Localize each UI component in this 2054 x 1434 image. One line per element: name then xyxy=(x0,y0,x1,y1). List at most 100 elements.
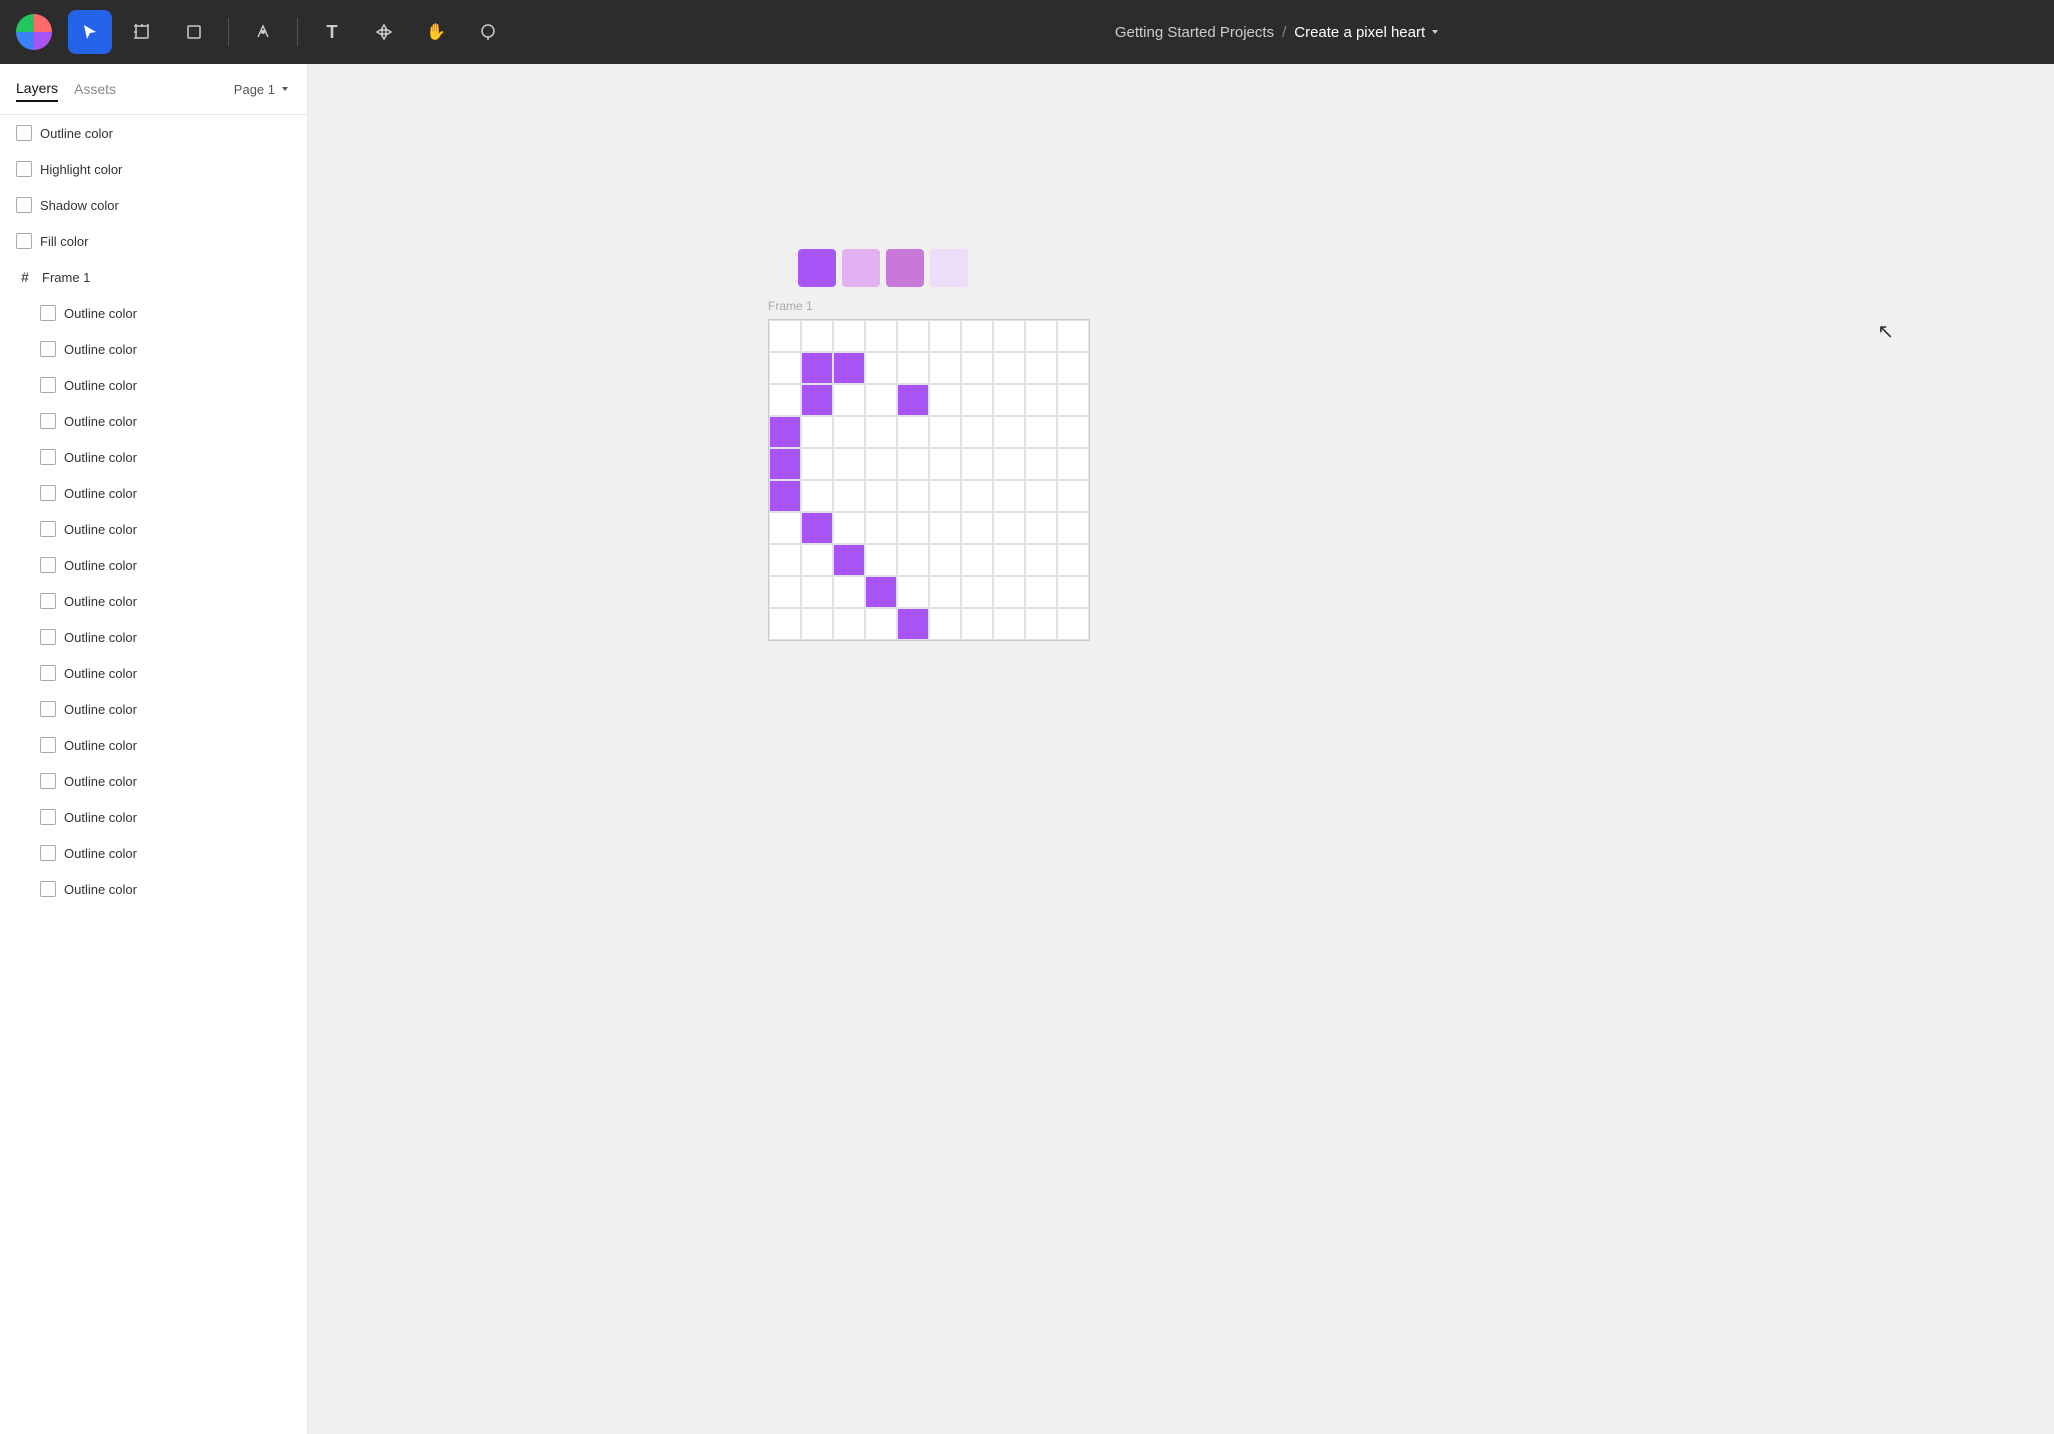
pixel-cell-4-7[interactable] xyxy=(993,448,1025,480)
layer-item-19[interactable]: Outline color xyxy=(0,799,307,835)
pixel-cell-0-7[interactable] xyxy=(993,320,1025,352)
pixel-cell-6-2[interactable] xyxy=(833,512,865,544)
pixel-cell-8-5[interactable] xyxy=(929,576,961,608)
pixel-cell-4-1[interactable] xyxy=(801,448,833,480)
pixel-cell-7-6[interactable] xyxy=(961,544,993,576)
pixel-cell-2-4[interactable] xyxy=(897,384,929,416)
pixel-cell-7-7[interactable] xyxy=(993,544,1025,576)
pixel-cell-4-5[interactable] xyxy=(929,448,961,480)
pixel-cell-6-1[interactable] xyxy=(801,512,833,544)
pixel-cell-1-6[interactable] xyxy=(961,352,993,384)
pixel-cell-5-6[interactable] xyxy=(961,480,993,512)
pixel-cell-8-9[interactable] xyxy=(1057,576,1089,608)
tab-layers[interactable]: Layers xyxy=(16,76,58,102)
pixel-cell-2-9[interactable] xyxy=(1057,384,1089,416)
pixel-cell-2-2[interactable] xyxy=(833,384,865,416)
pixel-cell-0-6[interactable] xyxy=(961,320,993,352)
pixel-cell-3-1[interactable] xyxy=(801,416,833,448)
layer-item-12[interactable]: Outline color xyxy=(0,547,307,583)
pixel-cell-8-1[interactable] xyxy=(801,576,833,608)
layer-item-9[interactable]: Outline color xyxy=(0,439,307,475)
swatch-highlight[interactable] xyxy=(842,249,880,287)
pixel-cell-5-7[interactable] xyxy=(993,480,1025,512)
pixel-cell-9-3[interactable] xyxy=(865,608,897,640)
pixel-cell-5-8[interactable] xyxy=(1025,480,1057,512)
layer-item-13[interactable]: Outline color xyxy=(0,583,307,619)
pixel-cell-1-1[interactable] xyxy=(801,352,833,384)
layer-item-17[interactable]: Outline color xyxy=(0,727,307,763)
shape-tool-button[interactable] xyxy=(172,10,216,54)
pixel-cell-2-6[interactable] xyxy=(961,384,993,416)
pixel-cell-1-3[interactable] xyxy=(865,352,897,384)
pixel-cell-1-0[interactable] xyxy=(769,352,801,384)
layer-item-10[interactable]: Outline color xyxy=(0,475,307,511)
pixel-cell-8-3[interactable] xyxy=(865,576,897,608)
pixel-cell-0-0[interactable] xyxy=(769,320,801,352)
pixel-cell-7-3[interactable] xyxy=(865,544,897,576)
pixel-cell-0-8[interactable] xyxy=(1025,320,1057,352)
pixel-cell-4-3[interactable] xyxy=(865,448,897,480)
frame-tool-button[interactable] xyxy=(120,10,164,54)
pixel-cell-4-6[interactable] xyxy=(961,448,993,480)
pixel-cell-1-9[interactable] xyxy=(1057,352,1089,384)
text-tool-button[interactable]: T xyxy=(310,10,354,54)
pixel-cell-2-3[interactable] xyxy=(865,384,897,416)
layer-item-7[interactable]: Outline color xyxy=(0,367,307,403)
layer-item-1[interactable]: Highlight color xyxy=(0,151,307,187)
pixel-cell-8-6[interactable] xyxy=(961,576,993,608)
layer-item-18[interactable]: Outline color xyxy=(0,763,307,799)
pixel-cell-5-5[interactable] xyxy=(929,480,961,512)
page-selector[interactable]: Page 1 xyxy=(234,82,291,97)
layer-item-15[interactable]: Outline color xyxy=(0,655,307,691)
pixel-cell-3-4[interactable] xyxy=(897,416,929,448)
pixel-cell-3-6[interactable] xyxy=(961,416,993,448)
pixel-cell-0-4[interactable] xyxy=(897,320,929,352)
swatch-shadow[interactable] xyxy=(886,249,924,287)
pixel-cell-5-0[interactable] xyxy=(769,480,801,512)
layer-item-3[interactable]: Fill color xyxy=(0,223,307,259)
pixel-cell-6-4[interactable] xyxy=(897,512,929,544)
pixel-cell-4-2[interactable] xyxy=(833,448,865,480)
pixel-cell-9-7[interactable] xyxy=(993,608,1025,640)
canvas[interactable]: Frame 1 ↖ xyxy=(308,64,2054,1434)
pixel-cell-5-9[interactable] xyxy=(1057,480,1089,512)
pixel-cell-0-9[interactable] xyxy=(1057,320,1089,352)
layer-item-16[interactable]: Outline color xyxy=(0,691,307,727)
layer-item-21[interactable]: Outline color xyxy=(0,871,307,907)
pixel-cell-8-0[interactable] xyxy=(769,576,801,608)
pixel-cell-2-8[interactable] xyxy=(1025,384,1057,416)
figma-logo[interactable] xyxy=(16,14,52,50)
pixel-cell-3-2[interactable] xyxy=(833,416,865,448)
hand-tool-button[interactable]: ✋ xyxy=(414,10,458,54)
pixel-cell-5-1[interactable] xyxy=(801,480,833,512)
pixel-cell-9-9[interactable] xyxy=(1057,608,1089,640)
layer-item-11[interactable]: Outline color xyxy=(0,511,307,547)
swatch-fill[interactable] xyxy=(930,249,968,287)
pixel-cell-4-9[interactable] xyxy=(1057,448,1089,480)
pixel-cell-4-8[interactable] xyxy=(1025,448,1057,480)
pixel-cell-8-8[interactable] xyxy=(1025,576,1057,608)
layer-item-0[interactable]: Outline color xyxy=(0,115,307,151)
layer-item-14[interactable]: Outline color xyxy=(0,619,307,655)
pixel-cell-1-7[interactable] xyxy=(993,352,1025,384)
pixel-cell-8-7[interactable] xyxy=(993,576,1025,608)
pixel-cell-5-4[interactable] xyxy=(897,480,929,512)
pixel-cell-8-2[interactable] xyxy=(833,576,865,608)
pixel-cell-0-2[interactable] xyxy=(833,320,865,352)
pixel-cell-6-7[interactable] xyxy=(993,512,1025,544)
pixel-cell-0-3[interactable] xyxy=(865,320,897,352)
layer-item-20[interactable]: Outline color xyxy=(0,835,307,871)
pixel-cell-0-5[interactable] xyxy=(929,320,961,352)
comment-tool-button[interactable] xyxy=(466,10,510,54)
swatch-outline[interactable] xyxy=(798,249,836,287)
layer-item-8[interactable]: Outline color xyxy=(0,403,307,439)
pixel-cell-4-0[interactable] xyxy=(769,448,801,480)
pixel-cell-3-9[interactable] xyxy=(1057,416,1089,448)
pixel-cell-1-2[interactable] xyxy=(833,352,865,384)
pixel-cell-7-9[interactable] xyxy=(1057,544,1089,576)
pixel-cell-3-5[interactable] xyxy=(929,416,961,448)
pixel-cell-1-5[interactable] xyxy=(929,352,961,384)
pixel-cell-7-1[interactable] xyxy=(801,544,833,576)
pixel-cell-9-1[interactable] xyxy=(801,608,833,640)
pixel-cell-2-1[interactable] xyxy=(801,384,833,416)
